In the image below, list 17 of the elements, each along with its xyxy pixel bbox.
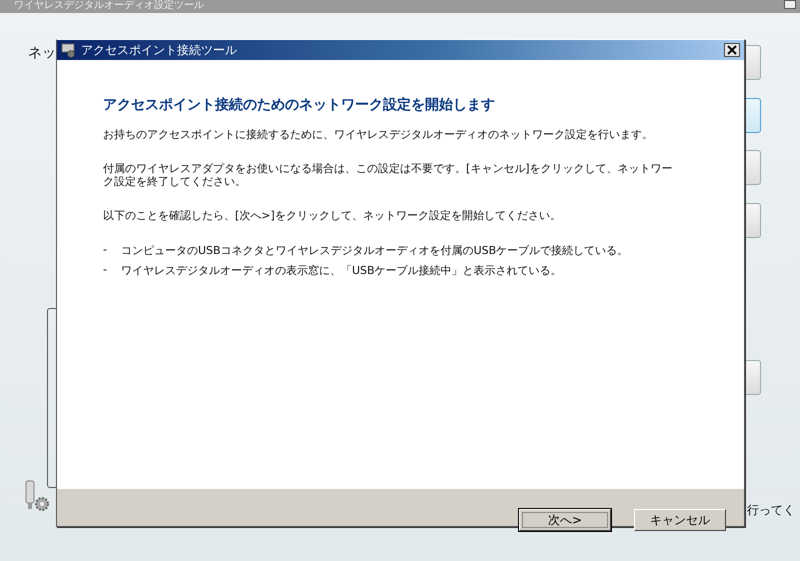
close-icon[interactable] [724,43,740,57]
list-item-text: コンピュータのUSBコネクタとワイヤレスデジタルオーディオを付属のUSBケーブルで接続している。 [120,243,628,258]
section-label: ネッ [28,44,56,62]
next-button[interactable]: 次へ> [519,509,611,531]
list-marker: - [103,243,107,258]
dialog-title: アクセスポイント接続ツール [81,42,238,58]
body-text: お持ちのアクセスポイントに接続するために、ワイヤレスデジタルオーディオのネットワーク設定を行います。 [103,128,654,141]
cancel-button[interactable]: キャンセル [634,509,726,531]
body-text: 以下のことを確認したら、[次へ>]をクリックして、ネットワーク設定を開始してください。 [103,209,562,222]
list-marker: - [103,263,107,278]
gear-monitor-icon [61,42,77,58]
dialog-heading: アクセスポイント接続のためのネットワーク設定を開始します [103,96,496,114]
background-text: 行ってく [747,502,796,519]
body-text: 付属のワイヤレスアダプタをお使いになる場合は、この設定は不要です。[キャンセル]をクリックして、ネットワーク設定を終了してください。 [103,162,674,188]
minimize-button[interactable] [784,0,796,9]
list-item-text: ワイヤレスデジタルオーディオの表示窓に、「USBケーブル接続中」と表示されている。 [120,263,562,278]
usb-gear-icon [24,480,50,512]
